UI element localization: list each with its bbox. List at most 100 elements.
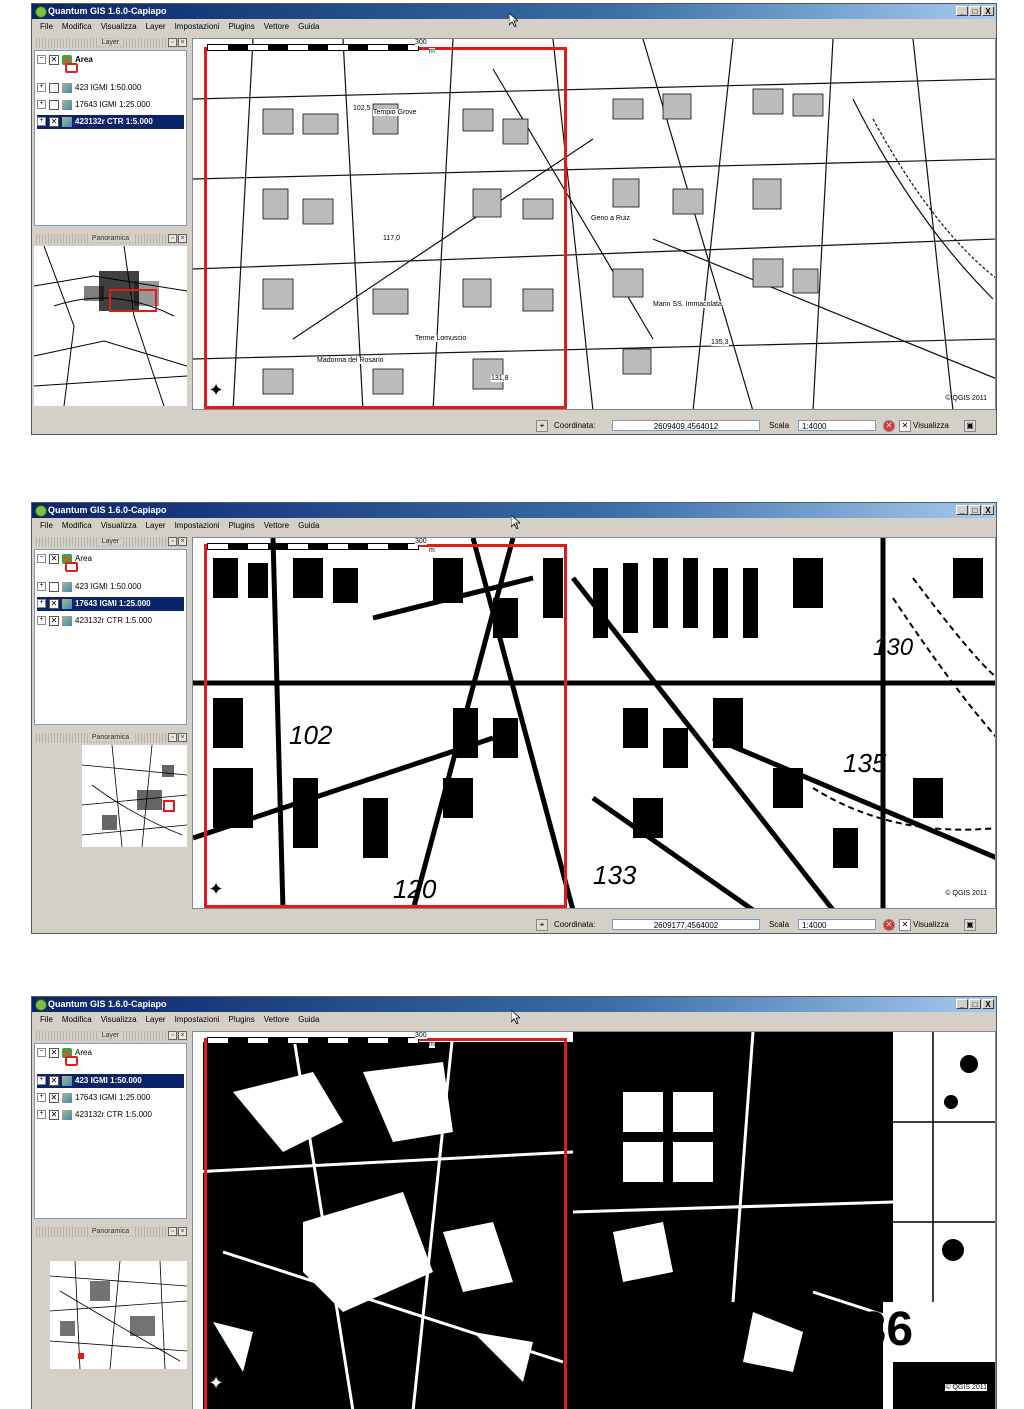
expand-icon[interactable]: + (37, 1110, 46, 1120)
expand-icon[interactable]: + (37, 117, 46, 127)
close-button[interactable]: X (982, 6, 994, 16)
layer-checkbox[interactable]: ✕ (49, 615, 59, 626)
render-checkbox[interactable]: ✕ (899, 919, 911, 931)
layer-checkbox[interactable]: ✕ (49, 1092, 59, 1103)
menu-vettore[interactable]: Vettore (264, 1012, 289, 1027)
float-panel-icon[interactable]: ▫ (168, 1031, 177, 1040)
layer-item-area[interactable]: − ✕ Area (37, 53, 184, 67)
minimize-button[interactable]: _ (956, 505, 968, 515)
layer-checkbox[interactable] (49, 581, 59, 592)
close-panel-icon[interactable]: × (178, 733, 187, 742)
minimize-button[interactable]: _ (956, 999, 968, 1009)
collapse-icon[interactable]: − (37, 554, 46, 564)
expand-icon[interactable]: + (37, 1093, 46, 1103)
overview-map[interactable] (33, 245, 188, 407)
layer-item-igmi-25000[interactable]: + ✕ 17643 IGMI 1:25.000 (37, 1091, 184, 1105)
close-panel-icon[interactable]: × (178, 38, 187, 47)
maximize-button[interactable]: □ (969, 505, 981, 515)
layer-checkbox[interactable]: ✕ (49, 1075, 59, 1086)
stop-render-icon[interactable]: ✕ (883, 919, 895, 931)
map-canvas[interactable]: 300 m ✦ © QGIS 2011 Tempio Grove Terme L… (192, 38, 996, 410)
menu-impostazioni[interactable]: Impostazioni (175, 19, 220, 34)
overview-map[interactable] (81, 744, 188, 848)
menu-layer[interactable]: Layer (146, 518, 166, 533)
projection-icon[interactable]: ▣ (964, 420, 976, 432)
menu-file[interactable]: File (40, 19, 53, 34)
layer-item-ctr-5000[interactable]: + ✕ 423132r CTR 1:5.000 (37, 115, 184, 129)
expand-icon[interactable]: + (37, 599, 46, 609)
layer-item-igmi-50000[interactable]: + ✕ 423 IGMI 1:50.000 (37, 1074, 184, 1088)
menu-guida[interactable]: Guida (298, 1012, 319, 1027)
layer-item-igmi-50000[interactable]: +423 IGMI 1:50.000 (37, 81, 184, 95)
menu-layer[interactable]: Layer (146, 19, 166, 34)
menu-layer[interactable]: Layer (146, 1012, 166, 1027)
expand-icon[interactable]: + (37, 616, 46, 626)
menu-modifica[interactable]: Modifica (62, 19, 92, 34)
render-checkbox[interactable]: ✕ (899, 420, 911, 432)
menu-file[interactable]: File (40, 1012, 53, 1027)
close-button[interactable]: X (982, 505, 994, 515)
expand-icon[interactable]: + (37, 83, 46, 93)
close-panel-icon[interactable]: × (178, 537, 187, 546)
coordinate-toggle-icon[interactable]: ⌖ (536, 919, 548, 931)
menu-modifica[interactable]: Modifica (62, 1012, 92, 1027)
collapse-icon[interactable]: − (37, 55, 46, 65)
layer-item-ctr-5000[interactable]: + ✕ 423132r CTR 1:5.000 (37, 614, 184, 628)
float-panel-icon[interactable]: ▫ (168, 537, 177, 546)
map-label: 133 (593, 860, 637, 890)
map-canvas[interactable]: 300 m ✦ © QGIS 2011 136 (192, 1031, 996, 1409)
maximize-button[interactable]: □ (969, 6, 981, 16)
float-panel-icon[interactable]: ▫ (168, 733, 177, 742)
collapse-icon[interactable]: − (37, 1048, 46, 1058)
menu-file[interactable]: File (40, 518, 53, 533)
coordinate-toggle-icon[interactable]: ⌖ (536, 420, 548, 432)
coordinate-field[interactable]: 2609177,4564002 (612, 919, 760, 930)
layer-checkbox[interactable] (49, 99, 59, 110)
menu-visualizza[interactable]: Visualizza (101, 1012, 137, 1027)
float-panel-icon[interactable]: ▫ (168, 234, 177, 243)
layer-item-igmi-25000[interactable]: +17643 IGMI 1:25.000 (37, 98, 184, 112)
layer-item-igmi-50000[interactable]: +423 IGMI 1:50.000 (37, 580, 184, 594)
close-panel-icon[interactable]: × (178, 1227, 187, 1236)
menu-visualizza[interactable]: Visualizza (101, 19, 137, 34)
layer-checkbox[interactable]: ✕ (49, 553, 59, 564)
float-panel-icon[interactable]: ▫ (168, 1227, 177, 1236)
menu-guida[interactable]: Guida (298, 518, 319, 533)
menu-vettore[interactable]: Vettore (264, 518, 289, 533)
scale-field[interactable]: 1:4000 (798, 420, 876, 431)
menu-vettore[interactable]: Vettore (264, 19, 289, 34)
stop-render-icon[interactable]: ✕ (883, 420, 895, 432)
overview-map[interactable] (49, 1260, 188, 1370)
layer-checkbox[interactable]: ✕ (49, 598, 59, 609)
layer-checkbox[interactable]: ✕ (49, 116, 59, 127)
scale-field[interactable]: 1:4000 (798, 919, 876, 930)
layer-item-area[interactable]: − ✕ Area (37, 1046, 184, 1060)
close-panel-icon[interactable]: × (178, 1031, 187, 1040)
layer-checkbox[interactable]: ✕ (49, 1109, 59, 1120)
expand-icon[interactable]: + (37, 100, 46, 110)
close-panel-icon[interactable]: × (178, 234, 187, 243)
layer-checkbox[interactable] (49, 82, 59, 93)
map-canvas[interactable]: 300 m ✦ © QGIS 2011 102 120 133 135 130 (192, 537, 996, 909)
layer-item-ctr-5000[interactable]: + ✕ 423132r CTR 1:5.000 (37, 1108, 184, 1122)
expand-icon[interactable]: + (37, 582, 46, 592)
menu-guida[interactable]: Guida (298, 19, 319, 34)
projection-icon[interactable]: ▣ (964, 919, 976, 931)
layer-checkbox[interactable]: ✕ (49, 1047, 59, 1058)
float-panel-icon[interactable]: ▫ (168, 38, 177, 47)
expand-icon[interactable]: + (37, 1076, 46, 1086)
menu-impostazioni[interactable]: Impostazioni (175, 1012, 220, 1027)
menu-plugins[interactable]: Plugins (229, 1012, 255, 1027)
menu-visualizza[interactable]: Visualizza (101, 518, 137, 533)
menu-impostazioni[interactable]: Impostazioni (175, 518, 220, 533)
layer-item-area[interactable]: − ✕ Area (37, 552, 184, 566)
layer-checkbox[interactable]: ✕ (49, 54, 59, 65)
menu-modifica[interactable]: Modifica (62, 518, 92, 533)
minimize-button[interactable]: _ (956, 6, 968, 16)
close-button[interactable]: X (982, 999, 994, 1009)
layer-item-igmi-25000[interactable]: + ✕ 17643 IGMI 1:25.000 (37, 597, 184, 611)
maximize-button[interactable]: □ (969, 999, 981, 1009)
menu-plugins[interactable]: Plugins (229, 19, 255, 34)
coordinate-field[interactable]: 2609409,4564012 (612, 420, 760, 431)
menu-plugins[interactable]: Plugins (229, 518, 255, 533)
